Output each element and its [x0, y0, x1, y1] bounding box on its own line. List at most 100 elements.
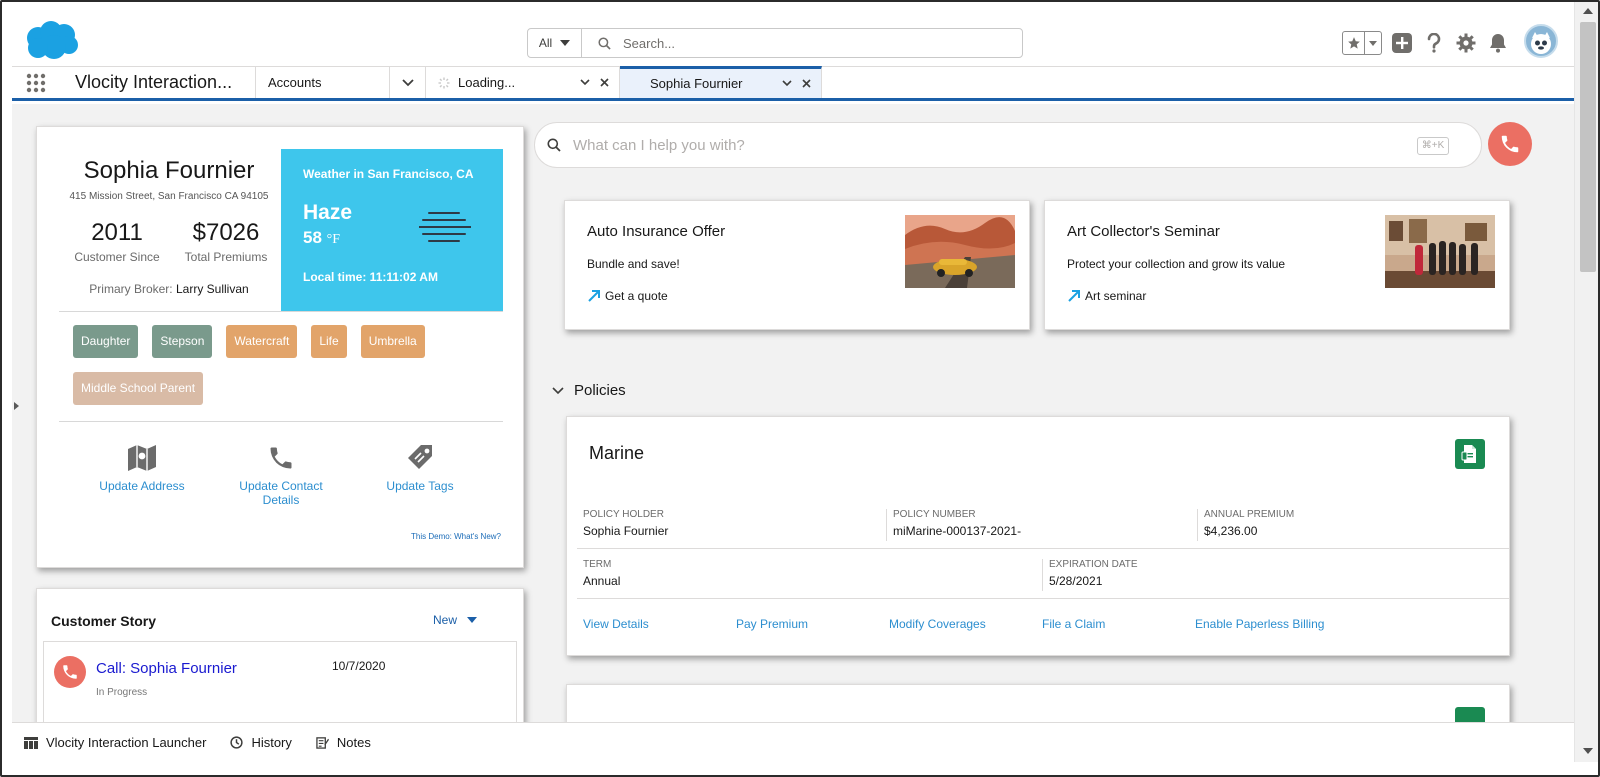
app-launcher-grid-icon[interactable]	[12, 67, 60, 98]
map-icon	[59, 441, 225, 475]
policies-section-toggle[interactable]: Policies	[552, 382, 626, 399]
launcher-icon	[24, 736, 38, 749]
tab-sophia-fournier-label: Sophia Fournier	[650, 76, 743, 91]
global-add-icon[interactable]	[1390, 31, 1414, 55]
favorites-button[interactable]	[1342, 31, 1382, 55]
salesforce-logo[interactable]	[24, 20, 80, 62]
weather-title: Weather in San Francisco, CA	[303, 167, 474, 181]
annual-premium-field: ANNUAL PREMIUM $4,236.00	[1198, 509, 1509, 541]
profile-card: Sophia Fournier 415 Mission Street, San …	[36, 126, 524, 568]
view-details-link[interactable]: View Details	[583, 617, 736, 631]
customer-since-value: 2011	[91, 219, 143, 246]
utility-notes-label: Notes	[336, 735, 371, 750]
tab-loading-label: Loading...	[458, 75, 516, 90]
star-icon[interactable]	[1343, 32, 1365, 54]
update-address-button[interactable]: Update Address	[59, 441, 225, 507]
tag-middle-school-parent[interactable]: Middle School Parent	[73, 372, 204, 405]
car-image	[905, 215, 1015, 288]
policy-document-icon[interactable]	[1455, 439, 1485, 469]
chevron-down-icon	[560, 40, 571, 46]
customer-tags: Daughter Stepson Watercraft Life Umbrell…	[73, 325, 493, 405]
phone-icon	[225, 441, 337, 475]
weather-temperature-value: 58	[303, 228, 322, 247]
modify-coverages-link[interactable]: Modify Coverages	[889, 617, 1042, 631]
search-input[interactable]	[623, 35, 983, 51]
close-icon[interactable]	[600, 78, 609, 87]
total-premiums-value: $7026	[192, 219, 260, 246]
offer-card-seminar: Art Collector's Seminar Protect your col…	[1044, 200, 1510, 330]
gear-icon[interactable]	[1454, 31, 1478, 55]
arrow-up-right-icon	[588, 290, 600, 302]
customer-story-card: Customer Story New Call: Sophia Fournier…	[36, 588, 524, 722]
chevron-down-icon[interactable]	[782, 80, 792, 87]
chevron-down-icon	[467, 617, 478, 623]
page-scrollbar[interactable]	[1574, 2, 1598, 762]
assistant-input[interactable]	[573, 136, 1393, 154]
offer-card-auto: Auto Insurance Offer Bundle and save! Ge…	[564, 200, 1030, 330]
story-item[interactable]: Call: Sophia Fournier 10/7/2020 In Progr…	[43, 641, 517, 722]
navigation-bar: Vlocity Interaction... Accounts Loading.…	[12, 66, 1574, 101]
tab-sophia-fournier[interactable]: Sophia Fournier	[620, 66, 822, 98]
collapse-panel-handle[interactable]	[14, 402, 19, 410]
weather-panel: Weather in San Francisco, CA Haze 58 °F …	[281, 149, 503, 311]
update-address-label: Update Address	[99, 479, 185, 493]
scroll-down-arrow[interactable]	[1583, 748, 1593, 754]
tag-stepson[interactable]: Stepson	[152, 325, 213, 358]
header-actions	[1342, 28, 1510, 58]
search-scope-label: All	[538, 36, 553, 50]
divider	[59, 311, 503, 312]
scroll-up-arrow[interactable]	[1583, 8, 1593, 14]
utility-interaction-launcher[interactable]: Vlocity Interaction Launcher	[24, 735, 206, 750]
tab-accounts-menu[interactable]	[390, 67, 426, 98]
offer-title: Auto Insurance Offer	[587, 223, 726, 240]
update-contact-details-button[interactable]: Update Contact Details	[225, 441, 337, 507]
term-field: TERM Annual	[577, 559, 1043, 591]
policy-document-icon[interactable]	[1455, 707, 1485, 722]
gallery-image	[1385, 215, 1495, 288]
main-content: Sophia Fournier 415 Mission Street, San …	[12, 104, 1574, 722]
policy-number-value: miMarine-000137-2021-	[893, 524, 1022, 538]
tag-umbrella[interactable]: Umbrella	[360, 325, 425, 358]
shortcut-hint: ⌘+K	[1417, 137, 1449, 155]
help-icon[interactable]	[1422, 31, 1446, 55]
get-a-quote-link[interactable]: Get a quote	[587, 289, 668, 303]
customer-story-title: Customer Story	[51, 613, 157, 629]
utility-history-label: History	[251, 735, 292, 750]
tag-daughter[interactable]: Daughter	[73, 325, 139, 358]
call-status: In Progress	[96, 687, 148, 698]
search-scope-dropdown[interactable]: All	[528, 29, 582, 57]
notifications-bell-icon[interactable]	[1486, 31, 1510, 55]
weather-local-time: Local time: 11:11:02 AM	[303, 270, 438, 284]
tab-accounts[interactable]: Accounts	[256, 67, 390, 98]
new-story-label: New	[433, 613, 458, 627]
offer-subtitle: Protect your collection and grow its val…	[1067, 257, 1286, 271]
policy-holder-value: Sophia Fournier	[583, 524, 669, 538]
call-button[interactable]	[1488, 122, 1532, 166]
tag-watercraft[interactable]: Watercraft	[226, 325, 298, 358]
policy-row-2: TERM Annual EXPIRATION DATE 5/28/2021	[577, 559, 1509, 591]
search-field	[582, 29, 1022, 57]
chevron-down-icon[interactable]	[580, 79, 590, 86]
enable-paperless-billing-link[interactable]: Enable Paperless Billing	[1195, 617, 1395, 631]
get-a-quote-label: Get a quote	[605, 289, 668, 303]
whats-new-link[interactable]: This Demo: What's New?	[411, 532, 501, 541]
tab-accounts-label: Accounts	[268, 75, 322, 90]
tab-controls	[782, 69, 811, 98]
update-tags-button[interactable]: Update Tags	[337, 441, 503, 507]
file-a-claim-link[interactable]: File a Claim	[1042, 617, 1195, 631]
close-icon[interactable]	[802, 79, 811, 88]
utility-notes[interactable]: Notes	[316, 735, 371, 750]
art-seminar-label: Art seminar	[1085, 289, 1147, 303]
profile-actions: Update Address Update Contact Details Up…	[59, 441, 503, 507]
pay-premium-link[interactable]: Pay Premium	[736, 617, 889, 631]
favorites-dropdown-icon[interactable]	[1365, 40, 1381, 46]
expiration-date-label: EXPIRATION DATE	[1049, 559, 1138, 570]
call-title-link[interactable]: Call: Sophia Fournier	[96, 660, 237, 677]
tag-life[interactable]: Life	[311, 325, 347, 358]
tab-loading[interactable]: Loading...	[426, 67, 620, 98]
scroll-thumb[interactable]	[1580, 22, 1596, 272]
art-seminar-link[interactable]: Art seminar	[1067, 289, 1146, 303]
user-avatar[interactable]	[1524, 24, 1558, 58]
utility-history[interactable]: History	[230, 735, 292, 750]
new-story-button[interactable]: New	[433, 613, 478, 627]
